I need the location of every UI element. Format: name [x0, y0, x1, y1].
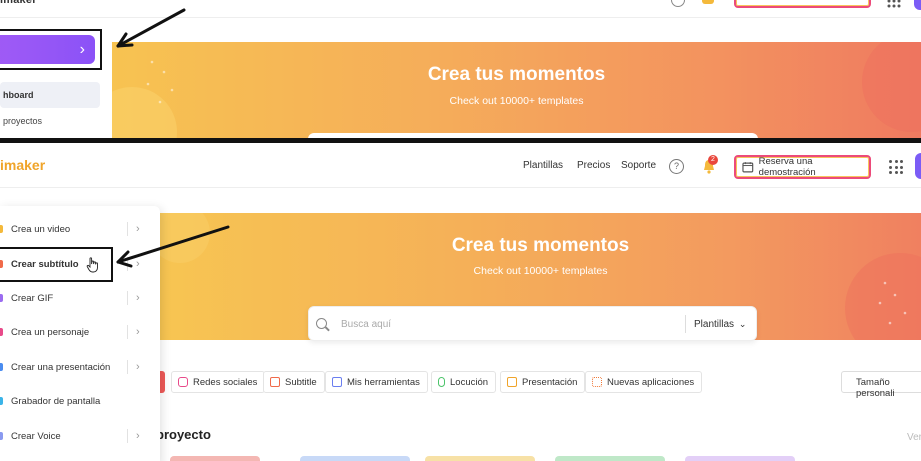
banner-title: Crea tus momentos — [451, 235, 630, 256]
menu-item-separator — [127, 360, 128, 374]
menu-item-grabador-de-pantalla[interactable]: Grabador de pantalla — [0, 384, 160, 418]
project-thumbnail[interactable] — [685, 456, 795, 461]
create-dropdown-menu: Crea un video › Crear subtítulo › Crear … — [0, 206, 160, 461]
category-chip-nuevas-aplicaciones[interactable]: Nuevas aplicaciones — [585, 371, 703, 393]
section-title: proyecto — [156, 427, 211, 442]
search-category-label: Plantillas — [694, 319, 735, 330]
menu-item-crea-un-personaje[interactable]: Crea un personaje › — [0, 315, 160, 349]
category-chip-locucion[interactable]: Locución — [431, 371, 497, 393]
logo[interactable]: imaker — [0, 157, 45, 173]
chevron-right-icon[interactable]: › — [136, 223, 140, 235]
chevron-right-icon[interactable]: › — [136, 361, 140, 373]
nav-plantillas[interactable]: Plantillas — [523, 160, 563, 171]
nav-precios[interactable]: Precios — [577, 160, 610, 171]
chip-label: Mis herramientas — [347, 376, 420, 388]
top-banner-subtitle: Check out 10000+ templates — [449, 95, 584, 107]
menu-item-label: Crear una presentación — [11, 361, 111, 373]
category-chip-redes-sociales[interactable]: Redes sociales — [171, 371, 266, 393]
apps-grid-icon[interactable] — [889, 160, 903, 174]
menu-item-label: Crea un personaje — [11, 326, 90, 338]
project-thumbnail[interactable] — [425, 456, 535, 461]
top-banner-title: Crea tus momentos — [427, 64, 606, 85]
menu-item-label: Crea un video — [11, 223, 71, 235]
menu-item-separator — [127, 325, 128, 339]
project-thumbnail[interactable] — [555, 456, 665, 461]
menu-item-separator — [127, 222, 128, 236]
gif-icon — [0, 294, 3, 302]
chevron-down-icon: ⌄ — [738, 319, 747, 329]
menu-item-label: Grabador de pantalla — [11, 395, 101, 407]
apps-icon — [592, 377, 602, 387]
create-button-highlight-box — [0, 29, 102, 70]
chevron-right-icon[interactable]: › — [136, 258, 140, 270]
banner-decoration — [112, 42, 921, 138]
chip-label: Presentación — [522, 376, 578, 388]
chip-label: Subtitle — [285, 376, 317, 388]
category-chip-mis-herramientas[interactable]: Mis herramientas — [325, 371, 428, 393]
chip-label: Locución — [450, 376, 489, 388]
category-chip-subtitle[interactable]: Subtitle — [263, 371, 325, 393]
avatar[interactable] — [915, 153, 921, 179]
tools-icon — [332, 377, 342, 387]
sidebar-item-projects[interactable]: proyectos — [3, 116, 42, 126]
calendar-icon — [742, 162, 754, 173]
hand-cursor-icon — [86, 257, 100, 273]
top-avatar[interactable] — [914, 0, 921, 10]
search-placeholder[interactable]: Busca aquí — [341, 319, 391, 330]
nav-soporte[interactable]: Soporte — [621, 160, 656, 171]
see-all-link[interactable]: Ver — [907, 432, 921, 443]
custom-size-button[interactable]: Tamaño personali — [841, 371, 921, 399]
book-demo-button[interactable]: Reserva una demostración — [734, 155, 871, 179]
top-demo-button[interactable] — [734, 0, 871, 8]
menu-item-crea-un-video[interactable]: Crea un video › — [0, 212, 160, 246]
menu-item-separator — [127, 257, 128, 271]
search-divider — [685, 315, 686, 333]
subtitle-icon — [270, 377, 280, 387]
top-apps-icon[interactable] — [887, 0, 901, 14]
search-icon — [316, 318, 327, 329]
instagram-icon — [178, 377, 188, 387]
search-category-select[interactable]: Plantillas ⌄ — [694, 319, 746, 330]
character-icon — [0, 328, 3, 336]
video-icon — [0, 225, 3, 233]
microphone-icon — [438, 377, 445, 387]
menu-item-label: Crear GIF — [11, 292, 54, 304]
menu-item-label: Crear Voice — [11, 430, 61, 442]
category-chip-presentacion[interactable]: Presentación — [500, 371, 586, 393]
chip-label: Redes sociales — [193, 376, 258, 388]
project-thumbnail[interactable] — [300, 456, 410, 461]
menu-item-crear-una-presentacion[interactable]: Crear una presentación › — [0, 350, 160, 384]
screen-recorder-icon — [0, 397, 3, 405]
chevron-right-icon[interactable]: › — [136, 326, 140, 338]
top-bell-icon[interactable] — [702, 0, 714, 4]
chip-label: Nuevas aplicaciones — [607, 376, 695, 388]
voice-icon — [0, 432, 3, 440]
sidebar-item-dashboard[interactable]: hboard — [0, 82, 100, 108]
banner-subtitle: Check out 10000+ templates — [473, 265, 608, 277]
menu-item-crear-voice[interactable]: Crear Voice › — [0, 419, 160, 453]
chevron-right-icon[interactable]: › — [136, 430, 140, 442]
notification-badge: 2 — [708, 155, 718, 165]
menu-item-separator — [127, 291, 128, 305]
project-thumbnail[interactable] — [170, 456, 260, 461]
top-hero-banner: Crea tus momentos Check out 10000+ templ… — [112, 42, 921, 138]
chevron-right-icon[interactable]: › — [136, 292, 140, 304]
presentation-icon — [0, 363, 3, 371]
menu-item-crear-gif[interactable]: Crear GIF › — [0, 281, 160, 315]
book-demo-label: Reserva una demostración — [758, 156, 816, 178]
top-logo: imaker — [0, 0, 37, 6]
help-icon[interactable]: ? — [669, 159, 684, 174]
menu-item-separator — [127, 429, 128, 443]
presentation-icon — [507, 377, 517, 387]
